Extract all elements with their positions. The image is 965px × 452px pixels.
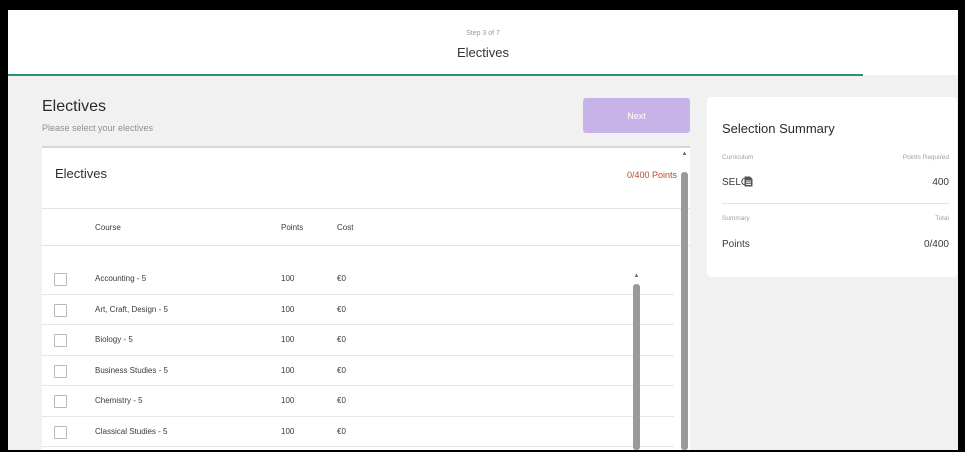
course-points: 100 (281, 304, 295, 314)
next-button[interactable]: Next (583, 98, 690, 133)
wizard-title: Electives (456, 45, 510, 60)
course-cost: €0 (337, 304, 346, 314)
app-frame: Step 3 of 7 Electives Electives Please s… (8, 10, 958, 450)
card-scrollbar-thumb[interactable] (681, 172, 688, 450)
electives-list: Accounting - 5 100 €0 Art, Craft, Design… (42, 264, 674, 447)
course-name: Accounting - 5 (95, 274, 147, 283)
course-cost: €0 (337, 274, 346, 283)
points-required-label: Points Required (902, 154, 949, 161)
course-cost: €0 (337, 426, 346, 436)
column-header-cost: Cost (337, 223, 354, 232)
card-scrollbar[interactable]: ▲ (681, 150, 688, 450)
table-scrollbar[interactable]: ▲ (633, 272, 640, 450)
progress-bar (8, 74, 863, 76)
points-status: 0/400 Points (626, 170, 677, 180)
electives-card-title: Electives (55, 166, 108, 181)
row-checkbox[interactable] (54, 334, 67, 347)
electives-card: Electives 0/400 Points Course Points Cos… (42, 146, 690, 450)
row-checkbox[interactable] (54, 303, 67, 317)
table-row[interactable]: Biology - 5 100 €0 (42, 325, 674, 356)
course-name: Chemistry - 5 (95, 396, 143, 405)
column-header-points: Points (281, 223, 304, 232)
table-row[interactable]: Business Studies - 5 100 €0 (42, 356, 674, 386)
course-points: 100 (281, 396, 295, 405)
table-scrollbar-thumb[interactable] (633, 284, 640, 450)
course-name: Classical Studies - 5 (95, 426, 168, 436)
course-name: Biology - 5 (95, 335, 133, 344)
column-header-course: Course (95, 223, 121, 232)
course-name: Business Studies - 5 (95, 365, 168, 375)
table-row[interactable]: Art, Craft, Design - 5 100 €0 (42, 295, 674, 325)
points-label: Points (722, 239, 750, 250)
course-points: 100 (281, 426, 295, 436)
table-row[interactable]: Chemistry - 5 100 €0 (42, 386, 674, 417)
course-name: Art, Craft, Design - 5 (95, 304, 168, 314)
summary-label: Summary (722, 215, 750, 222)
scroll-up-arrow-icon[interactable]: ▲ (681, 150, 688, 158)
row-checkbox[interactable] (54, 425, 67, 439)
curriculum-label: Curriculum (722, 154, 754, 161)
points-total-value: 0/400 (923, 239, 949, 250)
wizard-header: Step 3 of 7 Electives (8, 10, 958, 76)
page-subtitle: Please select your electives (42, 123, 154, 133)
page-title: Electives (42, 98, 107, 115)
row-checkbox[interactable] (54, 273, 67, 286)
document-icon[interactable] (744, 176, 753, 187)
course-points: 100 (281, 274, 295, 283)
course-cost: €0 (337, 365, 346, 375)
row-checkbox[interactable] (54, 395, 67, 408)
points-required-value: 400 (932, 177, 949, 188)
selection-summary-title: Selection Summary (722, 121, 835, 136)
course-points: 100 (281, 335, 295, 344)
step-indicator: Step 3 of 7 (466, 30, 500, 37)
course-points: 100 (281, 365, 295, 375)
table-header: Course Points Cost (42, 208, 690, 246)
selection-summary-panel: Selection Summary Curriculum Points Requ… (707, 97, 957, 277)
row-checkbox[interactable] (54, 364, 67, 378)
summary-divider (722, 203, 949, 204)
table-row[interactable]: Classical Studies - 5 100 €0 (42, 417, 674, 447)
scroll-up-arrow-icon[interactable]: ▲ (633, 272, 640, 280)
table-row[interactable]: Accounting - 5 100 €0 (42, 264, 674, 295)
total-label: Total (935, 215, 949, 222)
course-cost: €0 (337, 396, 346, 405)
course-cost: €0 (337, 335, 346, 344)
